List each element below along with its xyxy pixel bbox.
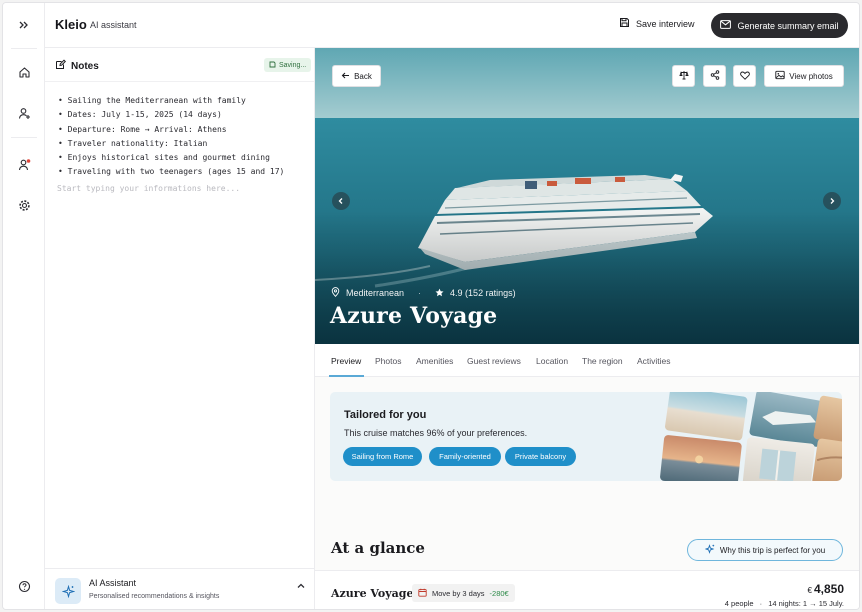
- notes-title: Notes: [55, 59, 99, 73]
- arrow-left-icon: [341, 71, 350, 82]
- note-line: • Traveling with two teenagers (ages 15 …: [58, 167, 285, 177]
- notes-panel: Notes Saving... • Sailing the Mediterran…: [45, 48, 315, 609]
- note-line: • Traveler nationality: Italian: [58, 138, 208, 148]
- saving-status-label: Saving...: [279, 61, 307, 69]
- save-status-icon: [269, 61, 276, 70]
- view-photos-button[interactable]: View photos: [764, 65, 844, 87]
- move-dates-label: Move by 3 days: [432, 588, 485, 598]
- note-line: • Sailing the Mediterranean with family: [58, 96, 246, 105]
- cruise-ship-photo: [315, 48, 859, 344]
- details-separator: ·: [759, 599, 763, 608]
- price-currency: €: [807, 586, 812, 595]
- photo-collage: [660, 392, 842, 481]
- expand-icon[interactable]: [14, 15, 34, 35]
- rail-divider: [11, 137, 37, 138]
- help-icon[interactable]: [14, 576, 34, 596]
- tab-amenities[interactable]: Amenities: [416, 356, 453, 366]
- notes-input-placeholder[interactable]: Start typing your informations here...: [57, 184, 240, 193]
- price-amount: 4,850: [813, 582, 844, 596]
- back-label: Back: [354, 71, 372, 81]
- note-line: • Enjoys historical sites and gourmet di…: [58, 153, 270, 163]
- nights-info: 14 nights: 1 → 15 July.: [768, 599, 844, 608]
- compare-button[interactable]: [672, 65, 695, 87]
- generate-summary-email-button[interactable]: Generate summary email: [711, 13, 848, 38]
- favorite-button[interactable]: [733, 65, 756, 87]
- location-pin-icon: [331, 287, 340, 299]
- edit-note-icon: [55, 59, 67, 73]
- hero-image: Back View photos Mediterranean · 4.9 (15…: [315, 48, 859, 344]
- people-count: 4 people: [724, 599, 754, 608]
- share-button[interactable]: [703, 65, 726, 87]
- sparkle-icon: [55, 578, 81, 604]
- carousel-prev-button[interactable]: [332, 192, 350, 210]
- rail-divider: [11, 48, 37, 49]
- hero-title: Azure Voyage: [330, 303, 498, 329]
- move-saving-amount: -280€: [489, 588, 509, 598]
- add-user-icon[interactable]: [14, 103, 34, 123]
- notes-header: Notes Saving...: [45, 48, 314, 82]
- preference-chip[interactable]: Family-oriented: [429, 447, 501, 466]
- heart-icon: [739, 71, 750, 82]
- ai-assistant-panel[interactable]: AI Assistant Personalised recommendation…: [45, 568, 314, 609]
- notes-text[interactable]: • Sailing the Mediterranean with family …: [58, 94, 284, 180]
- why-perfect-label: Why this trip is perfect for you: [719, 545, 826, 555]
- tailored-subtitle: This cruise matches 96% of your preferen…: [344, 428, 528, 438]
- top-bar: Kleio AI assistant Save interview Genera…: [45, 3, 859, 48]
- tab-activities[interactable]: Activities: [637, 356, 671, 366]
- settings-icon[interactable]: [14, 195, 34, 215]
- ai-assistant-title: AI Assistant: [89, 578, 137, 588]
- chevron-left-icon: [338, 198, 343, 204]
- notes-title-label: Notes: [71, 60, 99, 72]
- trip-summary-title: Azure Voyage: [331, 587, 414, 600]
- brand-name: Kleio: [55, 17, 87, 32]
- tailored-title: Tailored for you: [344, 409, 427, 421]
- preference-chip[interactable]: Sailing from Rome: [343, 447, 422, 466]
- home-icon[interactable]: [14, 62, 34, 82]
- star-icon: [435, 288, 444, 299]
- mail-icon: [720, 20, 732, 31]
- detail-tabs: Preview Photos Amenities Guest reviews L…: [315, 344, 859, 377]
- tab-guest-reviews[interactable]: Guest reviews: [467, 356, 521, 366]
- note-line: • Departure: Rome → Arrival: Athens: [58, 124, 227, 134]
- why-perfect-button[interactable]: Why this trip is perfect for you: [687, 539, 843, 561]
- chevron-up-icon[interactable]: [295, 579, 307, 591]
- tailored-card: Tailored for you This cruise matches 96%…: [330, 392, 842, 481]
- trip-price: €4,850: [808, 582, 844, 596]
- at-a-glance-title: At a glance: [331, 539, 425, 557]
- preference-chip[interactable]: Private balcony: [505, 447, 576, 466]
- calendar-icon: [418, 588, 427, 599]
- tab-preview[interactable]: Preview: [331, 356, 361, 366]
- back-button[interactable]: Back: [332, 65, 381, 87]
- trip-details: 4 people · 14 nights: 1 → 15 July.: [725, 599, 844, 608]
- view-photos-label: View photos: [789, 71, 833, 81]
- location-label: Mediterranean: [346, 288, 405, 298]
- ai-assistant-subtitle: Personalised recommendations & insights: [89, 593, 220, 600]
- saving-status-badge: Saving...: [264, 58, 312, 72]
- image-icon: [775, 70, 785, 82]
- brand-subtitle: AI assistant: [90, 20, 137, 30]
- generate-summary-label: Generate summary email: [737, 20, 839, 31]
- share-icon: [710, 70, 720, 82]
- save-icon: [619, 17, 630, 30]
- tab-the-region[interactable]: The region: [582, 356, 623, 366]
- move-dates-chip[interactable]: Move by 3 days -280€: [412, 584, 515, 602]
- app-window: Kleio AI assistant Save interview Genera…: [2, 2, 860, 610]
- side-rail: [3, 3, 45, 609]
- save-interview-button[interactable]: Save interview: [619, 17, 695, 30]
- scale-icon: [678, 70, 689, 82]
- chevron-right-icon: [830, 198, 835, 204]
- hero-meta: Mediterranean · 4.9 (152 ratings): [331, 287, 516, 299]
- tab-location[interactable]: Location: [536, 356, 568, 366]
- save-interview-label: Save interview: [636, 18, 695, 29]
- carousel-next-button[interactable]: [823, 192, 841, 210]
- preview-content: Tailored for you This cruise matches 96%…: [315, 377, 859, 609]
- sparkle-icon: [704, 544, 715, 556]
- user-alert-icon[interactable]: [14, 154, 34, 174]
- meta-separator: ·: [418, 288, 422, 298]
- trip-summary-card: Azure Voyage Move by 3 days -280€ €4,850…: [315, 570, 859, 609]
- rating-label: 4.9 (152 ratings): [450, 288, 516, 298]
- tab-photos[interactable]: Photos: [375, 356, 401, 366]
- note-line: • Dates: July 1-15, 2025 (14 days): [58, 110, 222, 120]
